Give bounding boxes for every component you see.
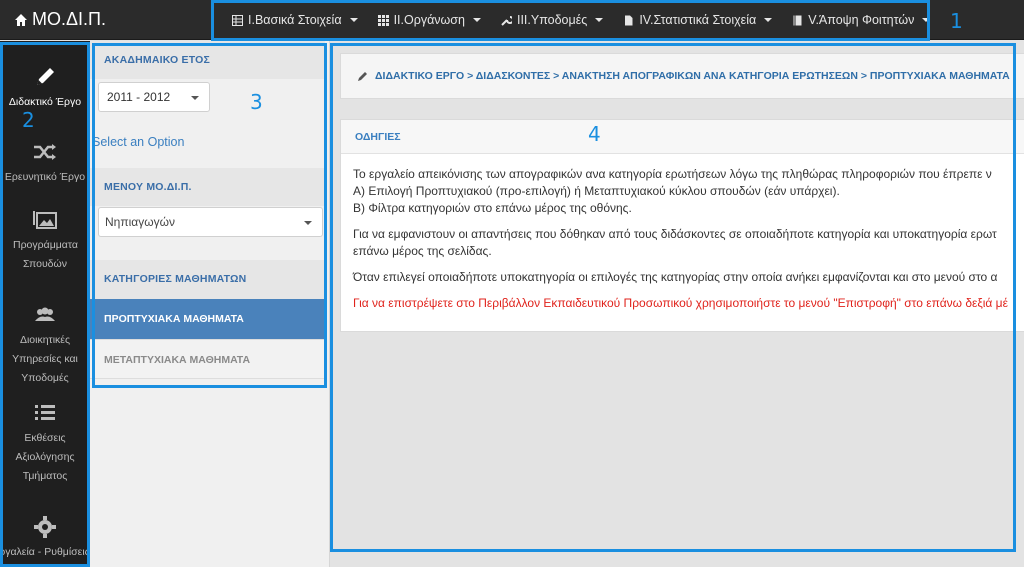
icon-sidebar: Διδακτικό Έργο Ερευνητικό Έργο Προγράμμα… [0,41,90,567]
pencil-icon [37,68,54,85]
book-icon [793,15,802,25]
shuffle-icon [34,144,56,160]
sidebar-item-label: Διοικητικές Υπηρεσίες και Υποδομές [12,334,78,384]
main-content: ΔΙΔΑΚΤΙΚΟ ΕΡΓΟ > ΔΙΔΑΣΚΟΝΤΕΣ > ΑΝΑΚΤΗΣΗ … [330,41,1024,567]
sidebar-item-label: Ερευνητικό Έργο [4,171,86,183]
sidebar-item-research[interactable]: Ερευνητικό Έργο [0,140,90,187]
menu-select[interactable]: Νηπιαγωγών [98,207,323,237]
menu-label: III.Υποδομές [516,13,588,27]
annotation-number-1: 1 [950,9,963,33]
tab-postgraduate[interactable]: ΜΕΤΑΠΤΥΧΙΑΚΑ ΜΑΘΗΜΑΤΑ [90,339,325,379]
annotation-number-4: 4 [588,122,601,146]
instruction-text: Το εργαλείο απεικόνισης των απογραφικών … [353,167,992,181]
menu-label: V.Άποψη Φοιτητών [808,13,915,27]
file-icon [625,15,633,25]
sidebar-item-teaching[interactable]: Διδακτικό Έργο [0,65,90,112]
breadcrumb-text[interactable]: ΔΙΔΑΚΤΙΚΟ ΕΡΓΟ > ΔΙΔΑΣΚΟΝΤΕΣ > ΑΝΑΚΤΗΣΗ … [375,70,1010,82]
filter-sidebar: ΑΚΑΔΗΜΑΙΚΟ ΕΤΟΣ 2011 - 2012 Select an Op… [90,41,330,567]
main-menu: I.Βασικά Στοιχεία II.Οργάνωση III.Υποδομ… [222,0,940,40]
menu-student-view[interactable]: V.Άποψη Φοιτητών [782,13,940,27]
panel-title: ΟΔΗΓΙΕΣ [341,120,1024,154]
list-icon [35,405,55,420]
menu-organization[interactable]: II.Οργάνωση [368,13,491,27]
year-header: ΑΚΑΔΗΜΑΙΚΟ ΕΤΟΣ [90,41,325,79]
menu-header: ΜΕΝΟΥ ΜΟ.ΔΙ.Π. [90,168,325,206]
categories-header: ΚΑΤΗΓΟΡΙΕΣ ΜΑΘΗΜΑΤΩΝ [90,260,325,299]
caret-down-icon [304,221,312,225]
home-icon [15,13,27,26]
tab-undergraduate[interactable]: ΠΡΟΠΤΥΧΙΑΚΑ ΜΑΘΗΜΑΤΑ [90,299,325,339]
instruction-text: B) Φίλτρα κατηγοριών στο επάνω μέρος της… [353,201,632,215]
caret-down-icon [764,18,773,22]
menu-basic-info[interactable]: I.Βασικά Στοιχεία [222,13,368,27]
caret-down-icon [191,96,199,100]
sidebar-item-reports[interactable]: Εκθέσεις Αξιολόγησης Τμήματος [0,401,90,486]
instruction-text: επάνω μέρος της σελίδας. [353,244,492,258]
top-navbar: ΜΟ.ΔΙ.Π. I.Βασικά Στοιχεία II.Οργάνωση I… [0,0,1024,40]
sidebar-item-label: Προγράμματα Σπουδών [13,239,78,270]
brand-title: ΜΟ.ΔΙ.Π. [32,9,107,29]
instruction-text: A) Επιλογή Προπτυχιακού (προ-επιλογή) ή … [353,184,840,198]
users-icon [35,307,55,321]
sidebar-item-administration[interactable]: Διοικητικές Υπηρεσίες και Υποδομές [0,303,90,388]
caret-down-icon [472,18,481,22]
pictures-icon [33,211,57,229]
menu-select-value: Νηπιαγωγών [105,215,175,229]
sidebar-item-label: Διδακτικό Έργο [8,96,82,108]
pencil-icon [358,72,367,81]
menu-label: IV.Στατιστικά Στοιχεία [639,13,757,27]
instruction-text: Για να εμφανιστουν οι απαντήσεις που δόθ… [353,227,997,241]
panel-body: Το εργαλείο απεικόνισης των απογραφικών … [341,154,1024,333]
caret-down-icon [349,18,358,22]
annotation-number-2: 2 [22,108,35,132]
menu-infrastructure[interactable]: III.Υποδομές [491,13,613,27]
breadcrumb: ΔΙΔΑΚΤΙΚΟ ΕΡΓΟ > ΔΙΔΑΣΚΟΝΤΕΣ > ΑΝΑΚΤΗΣΗ … [340,53,1024,99]
return-warning-text: Για να επιστρέψετε στο Περιβάλλον Εκπαιδ… [353,296,1008,310]
gear-icon [34,516,56,538]
caret-down-icon [922,18,931,22]
instructions-panel: ΟΔΗΓΙΕΣ Το εργαλείο απεικόνισης των απογ… [340,119,1024,332]
sidebar-item-label: Εκθέσεις Αξιολόγησης Τμήματος [15,432,75,482]
sidebar-item-label: Εργαλεία - Ρυθμίσεις [0,546,90,558]
wrench-icon [501,15,512,26]
menu-label: II.Οργάνωση [393,13,465,27]
table-icon [232,14,243,26]
instruction-text: Όταν επιλεγεί οποιαδήποτε υποκατηγορία ο… [353,270,998,284]
sidebar-item-programs[interactable]: Προγράμματα Σπουδών [0,208,90,274]
menu-label: I.Βασικά Στοιχεία [248,13,342,27]
sidebar-item-tools[interactable]: Εργαλεία - Ρυθμίσεις [0,515,90,562]
brand[interactable]: ΜΟ.ΔΙ.Π. [14,9,106,30]
menu-statistics[interactable]: IV.Στατιστικά Στοιχεία [613,13,782,27]
grid-icon [377,14,389,26]
year-select[interactable]: 2011 - 2012 [98,82,210,112]
caret-down-icon [595,18,604,22]
year-select-value: 2011 - 2012 [107,90,171,104]
select-option-link[interactable]: Select an Option [92,135,184,149]
annotation-number-3: 3 [250,90,263,114]
